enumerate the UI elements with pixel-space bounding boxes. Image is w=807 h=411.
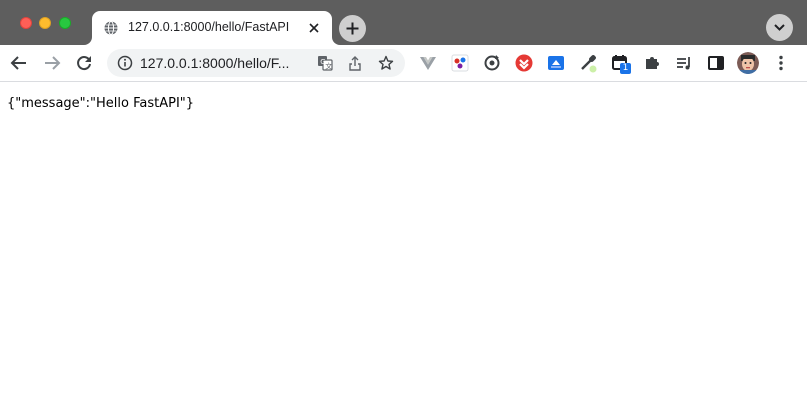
tab-title: 127.0.0.1:8000/hello/FastAPI xyxy=(128,20,290,34)
translate-icon[interactable]: G 文 xyxy=(317,55,333,71)
kebab-menu-icon[interactable] xyxy=(771,53,791,73)
vue-devtools-icon[interactable] xyxy=(418,53,438,73)
reload-button[interactable] xyxy=(74,53,94,73)
toolbar: 127.0.0.1:8000/hello/F... G 文 1 xyxy=(0,45,807,82)
close-icon[interactable] xyxy=(306,20,322,36)
tab-search-button[interactable] xyxy=(766,14,793,41)
svg-text:文: 文 xyxy=(325,61,332,70)
globe-icon xyxy=(104,21,118,35)
arrow-right-icon xyxy=(45,56,61,70)
reload-icon xyxy=(77,56,91,71)
calendar-badge: 1 xyxy=(620,63,631,74)
new-tab-button[interactable] xyxy=(339,15,366,42)
ext-red-circle-icon[interactable] xyxy=(514,53,534,73)
back-button[interactable] xyxy=(9,53,29,73)
window-maximize-button[interactable] xyxy=(59,17,71,29)
ext-blue-square-icon[interactable] xyxy=(546,53,566,73)
plus-icon xyxy=(346,22,359,35)
chevron-down-icon xyxy=(774,24,785,31)
window-close-button[interactable] xyxy=(20,17,32,29)
calendar-icon[interactable]: 1 xyxy=(610,53,631,74)
star-icon[interactable] xyxy=(378,55,394,71)
share-icon[interactable] xyxy=(347,55,363,71)
json-response-text: {"message":"Hello FastAPI"} xyxy=(7,96,195,111)
arrow-left-icon xyxy=(10,56,26,70)
ext-color-icon[interactable] xyxy=(450,53,470,73)
tab-strip: 127.0.0.1:8000/hello/FastAPI xyxy=(0,0,807,45)
reading-list-icon[interactable] xyxy=(674,53,694,73)
ext-sync-icon[interactable] xyxy=(482,53,502,73)
url-text[interactable]: 127.0.0.1:8000/hello/F... xyxy=(140,55,289,71)
forward-button[interactable] xyxy=(42,53,62,73)
active-tab[interactable]: 127.0.0.1:8000/hello/FastAPI xyxy=(92,11,332,45)
page-content: {"message":"Hello FastAPI"} xyxy=(0,82,807,411)
browser-window: 127.0.0.1:8000/hello/FastAPI 127.0.0.1:8… xyxy=(0,0,807,411)
side-panel-icon[interactable] xyxy=(706,53,726,73)
avatar-icon[interactable] xyxy=(737,52,759,74)
info-icon[interactable] xyxy=(117,55,133,71)
puzzle-icon[interactable] xyxy=(642,53,662,73)
window-minimize-button[interactable] xyxy=(39,17,51,29)
address-bar[interactable]: 127.0.0.1:8000/hello/F... G 文 xyxy=(107,49,405,77)
eyedropper-icon[interactable] xyxy=(578,53,598,73)
